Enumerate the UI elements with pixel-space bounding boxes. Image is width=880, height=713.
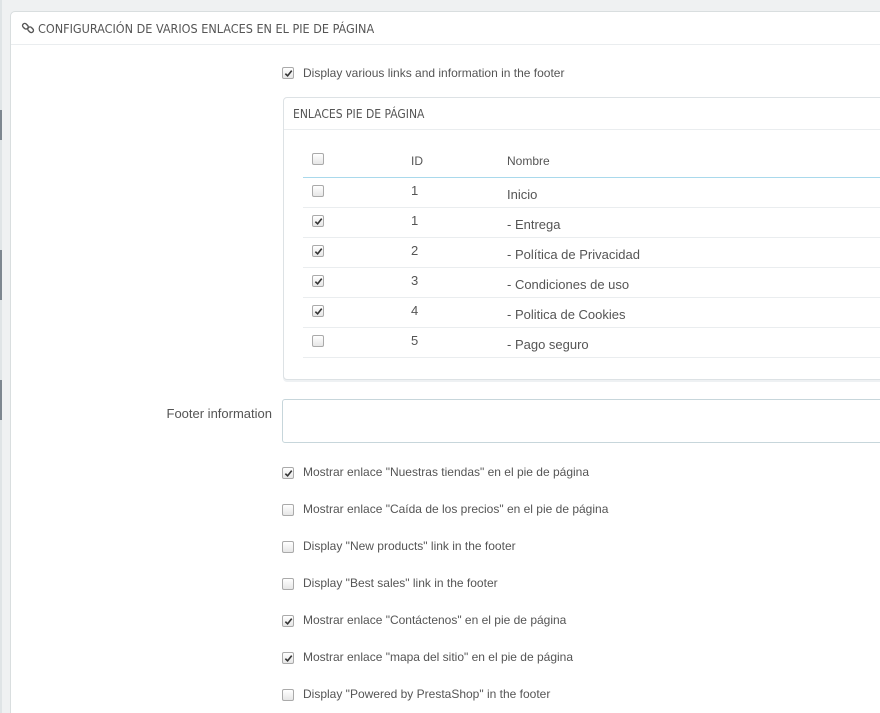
row-name: - Politica de Cookies: [507, 307, 626, 322]
row-checkbox[interactable]: [312, 215, 324, 227]
row-checkbox[interactable]: [312, 185, 324, 197]
option-label: Mostrar enlace "Caída de los precios" en…: [303, 502, 609, 516]
display-links-label: Display various links and information in…: [303, 66, 565, 80]
row-id: 1: [411, 213, 419, 228]
row-name: Inicio: [507, 187, 538, 202]
left-sidebar-edge: [0, 0, 2, 713]
option-checkbox[interactable]: [282, 504, 294, 516]
row-name: - Política de Privacidad: [507, 247, 640, 262]
row-id: 4: [411, 303, 419, 318]
row-divider: [303, 267, 880, 268]
row-divider: [303, 327, 880, 328]
link-icon: [21, 22, 35, 34]
footer-information-textarea[interactable]: [282, 399, 880, 443]
option-checkbox[interactable]: [282, 467, 294, 479]
row-divider: [303, 237, 880, 238]
row-checkbox[interactable]: [312, 275, 324, 287]
row-divider: [303, 207, 880, 208]
subpanel-heading: ENLACES PIE DE PÁGINA: [284, 98, 880, 130]
option-label: Display "Powered by PrestaShop" in the f…: [303, 687, 551, 701]
option-label: Mostrar enlace "mapa del sitio" en el pi…: [303, 650, 574, 664]
option-label: Mostrar enlace "Contáctenos" en el pie d…: [303, 613, 567, 627]
footer-links-subpanel: ENLACES PIE DE PÁGINA ID Nombre 1 Inicio 1…: [283, 97, 880, 380]
row-name: - Pago seguro: [507, 337, 589, 352]
display-links-checkbox[interactable]: [282, 67, 294, 79]
row-id: 5: [411, 333, 419, 348]
option-checkbox[interactable]: [282, 541, 294, 553]
select-all-checkbox[interactable]: [312, 153, 324, 165]
row-id: 3: [411, 273, 419, 288]
option-label: Display "New products" link in the foote…: [303, 539, 516, 553]
row-checkbox[interactable]: [312, 245, 324, 257]
table-header-divider: [303, 177, 880, 178]
row-id: 1: [411, 183, 419, 198]
option-checkbox[interactable]: [282, 689, 294, 701]
row-divider: [303, 357, 880, 358]
row-name: - Condiciones de uso: [507, 277, 630, 292]
row-divider: [303, 297, 880, 298]
option-checkbox[interactable]: [282, 615, 294, 627]
option-label: Mostrar enlace "Nuestras tiendas" en el …: [303, 465, 590, 479]
option-checkbox[interactable]: [282, 578, 294, 590]
row-checkbox[interactable]: [312, 305, 324, 317]
row-checkbox[interactable]: [312, 335, 324, 347]
column-header-id: ID: [411, 154, 423, 168]
panel-heading: CONFIGURACIÓN DE VARIOS ENLACES EN EL PI…: [11, 12, 880, 45]
panel-title: CONFIGURACIÓN DE VARIOS ENLACES EN EL PI…: [38, 20, 375, 36]
option-label: Display "Best sales" link in the footer: [303, 576, 498, 590]
row-id: 2: [411, 243, 419, 258]
footer-information-label: Footer information: [166, 406, 273, 421]
column-header-name: Nombre: [507, 154, 550, 168]
row-name: - Entrega: [507, 217, 561, 232]
option-checkbox[interactable]: [282, 652, 294, 664]
